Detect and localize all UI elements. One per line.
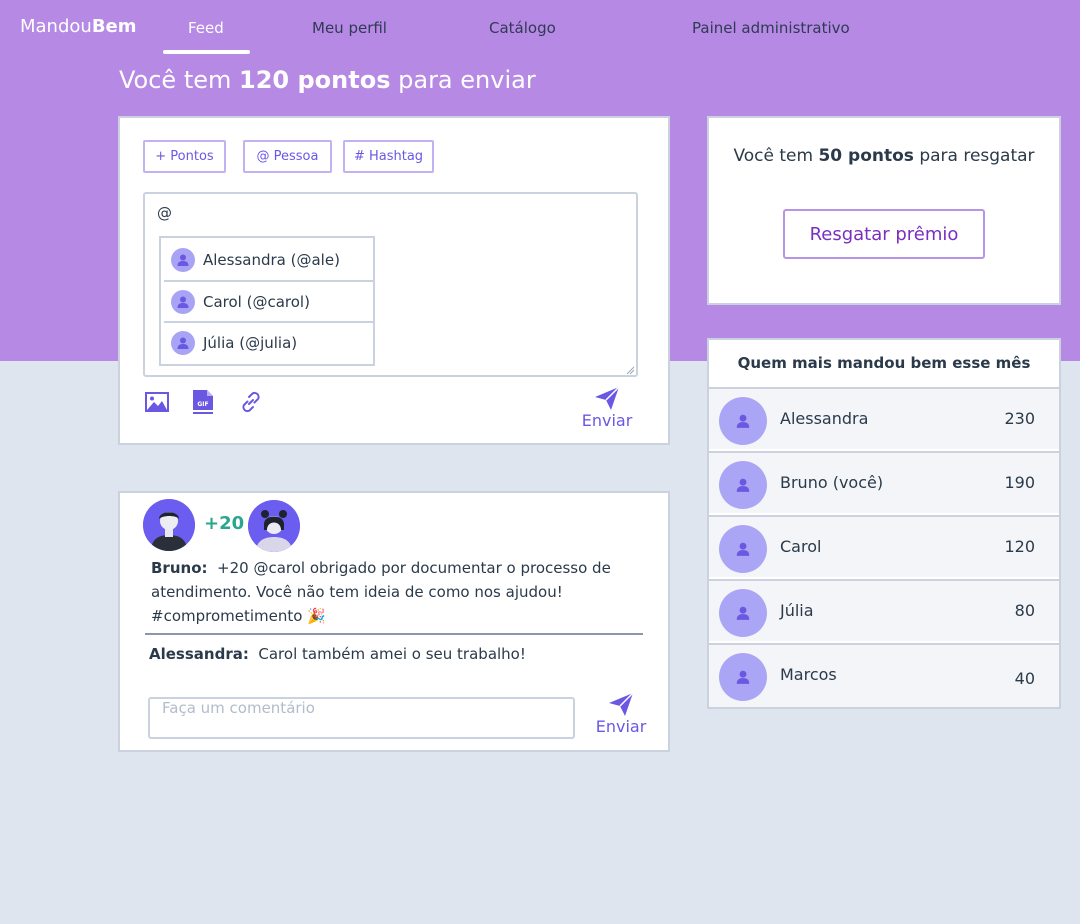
ranking-name: Bruno (você) [780,473,884,492]
divider [145,633,643,635]
image-icon[interactable] [144,389,170,415]
points-suffix: para enviar [398,66,536,94]
redeem-prize-button[interactable]: Resgatar prêmio [783,209,985,259]
active-tab-indicator [163,50,250,54]
svg-text:GIF: GIF [197,401,208,408]
hashtag-chip[interactable]: # Hashtag [343,140,434,173]
ranking-row[interactable]: Bruno (você) 190 [709,451,1059,513]
post-body: +20 @carol obrigado por documentar o pro… [151,559,611,625]
tab-painel-administrativo[interactable]: Painel administrativo [692,19,850,37]
redeem-suffix: para resgatar [919,146,1035,166]
comment-send-button[interactable]: Enviar [593,691,649,736]
mention-option-label: Carol (@carol) [203,293,310,311]
points-to-redeem-text: Você tem 50 pontos para resgatar [709,146,1059,166]
redeem-prefix: Você tem [733,146,814,166]
points-to-send-title: Você tem 120 pontos para enviar [119,66,536,94]
gif-file-icon[interactable]: GIF [190,389,216,415]
send-icon [609,692,634,716]
logo-bold: Bem [91,16,137,37]
ranking-name: Alessandra [780,409,869,428]
points-value: 120 pontos [239,66,391,94]
send-button-label: Enviar [581,411,633,430]
user-avatar-icon [719,525,767,573]
send-button[interactable]: Enviar [580,385,634,430]
comment-text: Carol também amei o seu trabalho! [258,645,526,663]
mention-person-chip[interactable]: @ Pessoa [243,140,332,173]
comment-input[interactable] [148,697,575,739]
user-avatar-icon [719,397,767,445]
receiver-avatar[interactable] [248,500,300,552]
user-avatar-icon [719,461,767,509]
mention-option[interactable]: Alessandra (@ale) [161,240,373,280]
compose-text: @ [157,204,172,222]
tab-feed[interactable]: Feed [188,19,224,37]
ranking-row[interactable]: Alessandra 230 [709,387,1059,449]
ranking-row[interactable]: Júlia 80 [709,579,1059,641]
post-author: Bruno: [151,559,208,577]
user-avatar-icon [171,290,195,314]
ranking-name: Marcos [780,665,837,684]
user-avatar-icon [719,653,767,701]
mention-option-label: Júlia (@julia) [203,334,298,352]
user-avatar-icon [719,589,767,637]
user-avatar-icon [171,248,195,272]
app-logo[interactable]: MandouBem [20,16,137,37]
send-button-label: Enviar [595,717,647,736]
send-icon [595,386,620,410]
post-message: Bruno: +20 @carol obrigado por documenta… [151,556,641,628]
mention-suggestions: Alessandra (@ale) Carol (@carol) Júlia (… [159,236,375,366]
mention-option[interactable]: Júlia (@julia) [161,323,373,363]
ranking-points: 40 [1014,669,1035,688]
mention-option[interactable]: Carol (@carol) [161,282,373,322]
user-avatar-icon [171,331,195,355]
post-points-badge: +20 [204,513,245,534]
ranking-name: Carol [780,537,822,556]
ranking-title: Quem mais mandou bem esse mês [737,354,1031,372]
ranking-points: 120 [1004,537,1035,556]
ranking-name: Júlia [780,601,814,620]
tab-meu-perfil[interactable]: Meu perfil [312,19,387,37]
mention-option-label: Alessandra (@ale) [203,251,340,269]
resize-handle-icon[interactable] [625,365,635,375]
points-prefix: Você tem [119,66,232,94]
ranking-points: 80 [1014,601,1035,620]
ranking-row[interactable]: Carol 120 [709,515,1059,577]
redeem-points: 50 pontos [818,146,914,166]
ranking-points: 190 [1004,473,1035,492]
ranking-points: 230 [1004,409,1035,428]
comment: Alessandra: Carol também amei o seu trab… [149,645,526,663]
logo-regular: Mandou [20,16,92,37]
link-icon[interactable] [238,389,264,415]
tab-catalogo[interactable]: Catálogo [489,19,556,37]
comment-author: Alessandra: [149,645,249,663]
top-nav: MandouBem Feed Meu perfil Catálogo Paine… [0,0,1080,56]
sender-avatar[interactable] [143,499,195,551]
add-points-chip[interactable]: + Pontos [143,140,226,173]
ranking-row[interactable]: Marcos 40 [709,643,1059,707]
